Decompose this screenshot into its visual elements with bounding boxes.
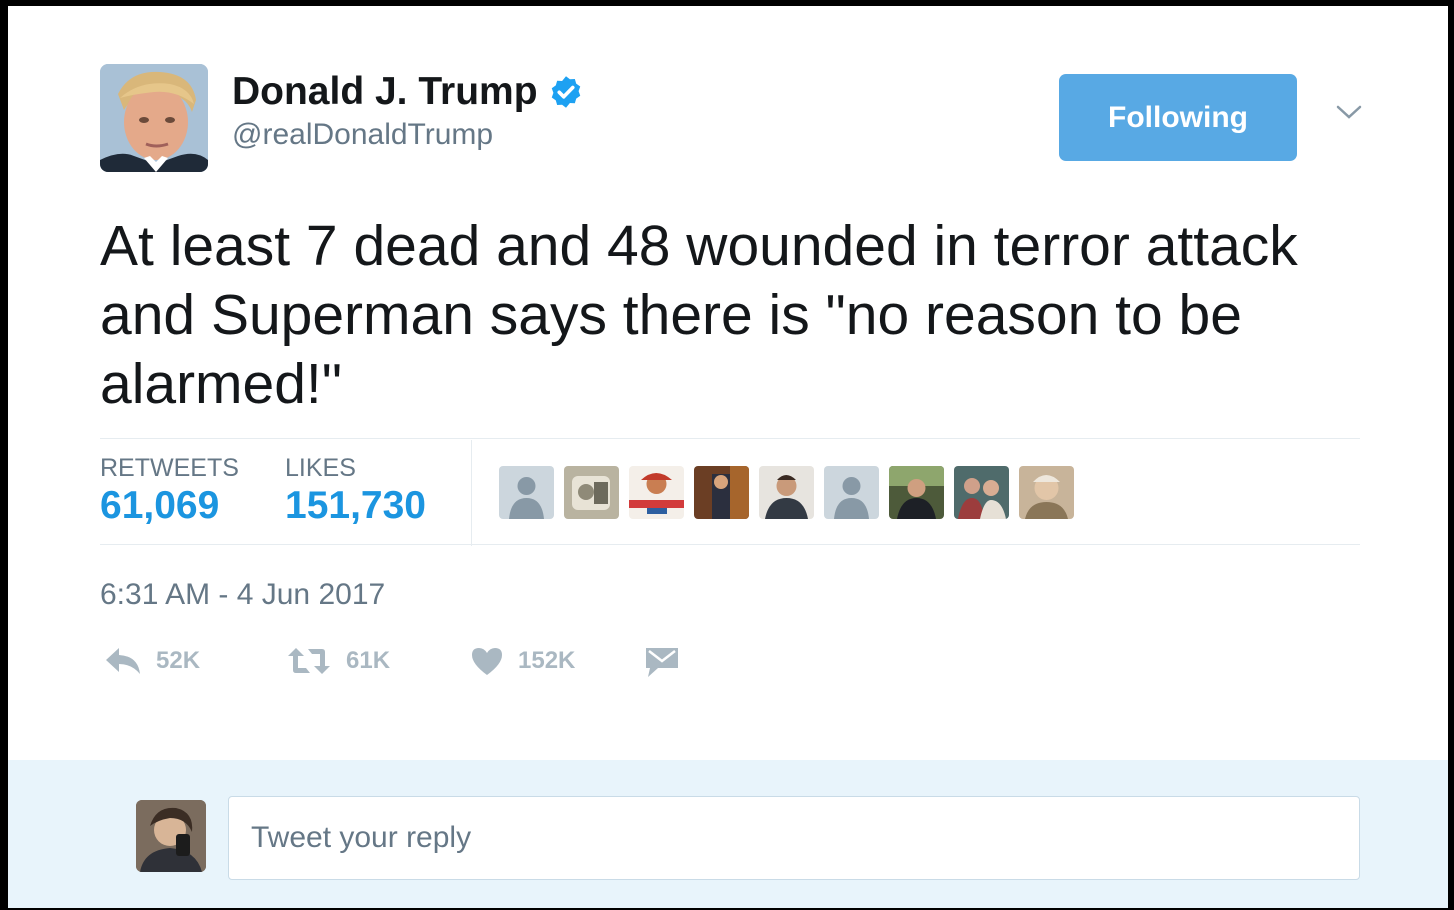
liker-avatars	[499, 466, 1074, 519]
divider	[100, 438, 1360, 439]
current-user-avatar[interactable]	[136, 800, 206, 872]
retweets-label[interactable]: RETWEETS	[100, 454, 239, 483]
tweet-card: Donald J. Trump @realDonaldTrump Followi…	[8, 6, 1448, 908]
direct-message-action[interactable]	[644, 646, 680, 678]
liker-avatar[interactable]	[824, 466, 879, 519]
liker-avatar[interactable]	[954, 466, 1009, 519]
reply-action[interactable]: 52K	[104, 646, 200, 676]
tweet-text: At least 7 dead and 48 wounded in terror…	[100, 214, 1298, 416]
liker-avatar[interactable]	[889, 466, 944, 519]
reply-composer	[8, 760, 1448, 908]
retweet-icon	[288, 648, 330, 674]
heart-icon	[472, 648, 502, 675]
divider	[100, 544, 1360, 545]
liker-avatar[interactable]	[694, 466, 749, 519]
reply-icon	[106, 648, 140, 674]
verified-badge-icon	[551, 76, 580, 108]
like-count: 152K	[518, 647, 576, 674]
following-button[interactable]: Following	[1059, 74, 1297, 161]
liker-avatar[interactable]	[759, 466, 814, 519]
author-name[interactable]: Donald J. Trump	[232, 70, 584, 114]
liker-avatar[interactable]	[564, 466, 619, 519]
retweets-count[interactable]: 61,069	[100, 484, 219, 528]
liker-avatar[interactable]	[1019, 466, 1074, 519]
author-handle[interactable]: @realDonaldTrump	[232, 118, 493, 152]
retweet-count: 61K	[346, 647, 391, 674]
likes-count[interactable]: 151,730	[285, 484, 426, 528]
liker-avatar[interactable]	[629, 466, 684, 519]
chevron-down-icon[interactable]	[1334, 102, 1364, 122]
divider	[471, 440, 472, 546]
reply-input[interactable]	[228, 796, 1360, 880]
author-name-text[interactable]: Donald J. Trump	[232, 70, 538, 114]
like-action[interactable]: 152K	[470, 646, 575, 676]
direct-message-icon	[646, 648, 678, 677]
retweet-action[interactable]: 61K	[286, 646, 390, 676]
likes-label[interactable]: LIKES	[285, 454, 356, 483]
reply-count: 52K	[156, 647, 201, 674]
tweet-timestamp[interactable]: 6:31 AM - 4 Jun 2017	[100, 578, 385, 612]
liker-avatar[interactable]	[499, 466, 554, 519]
author-avatar[interactable]	[100, 64, 208, 172]
